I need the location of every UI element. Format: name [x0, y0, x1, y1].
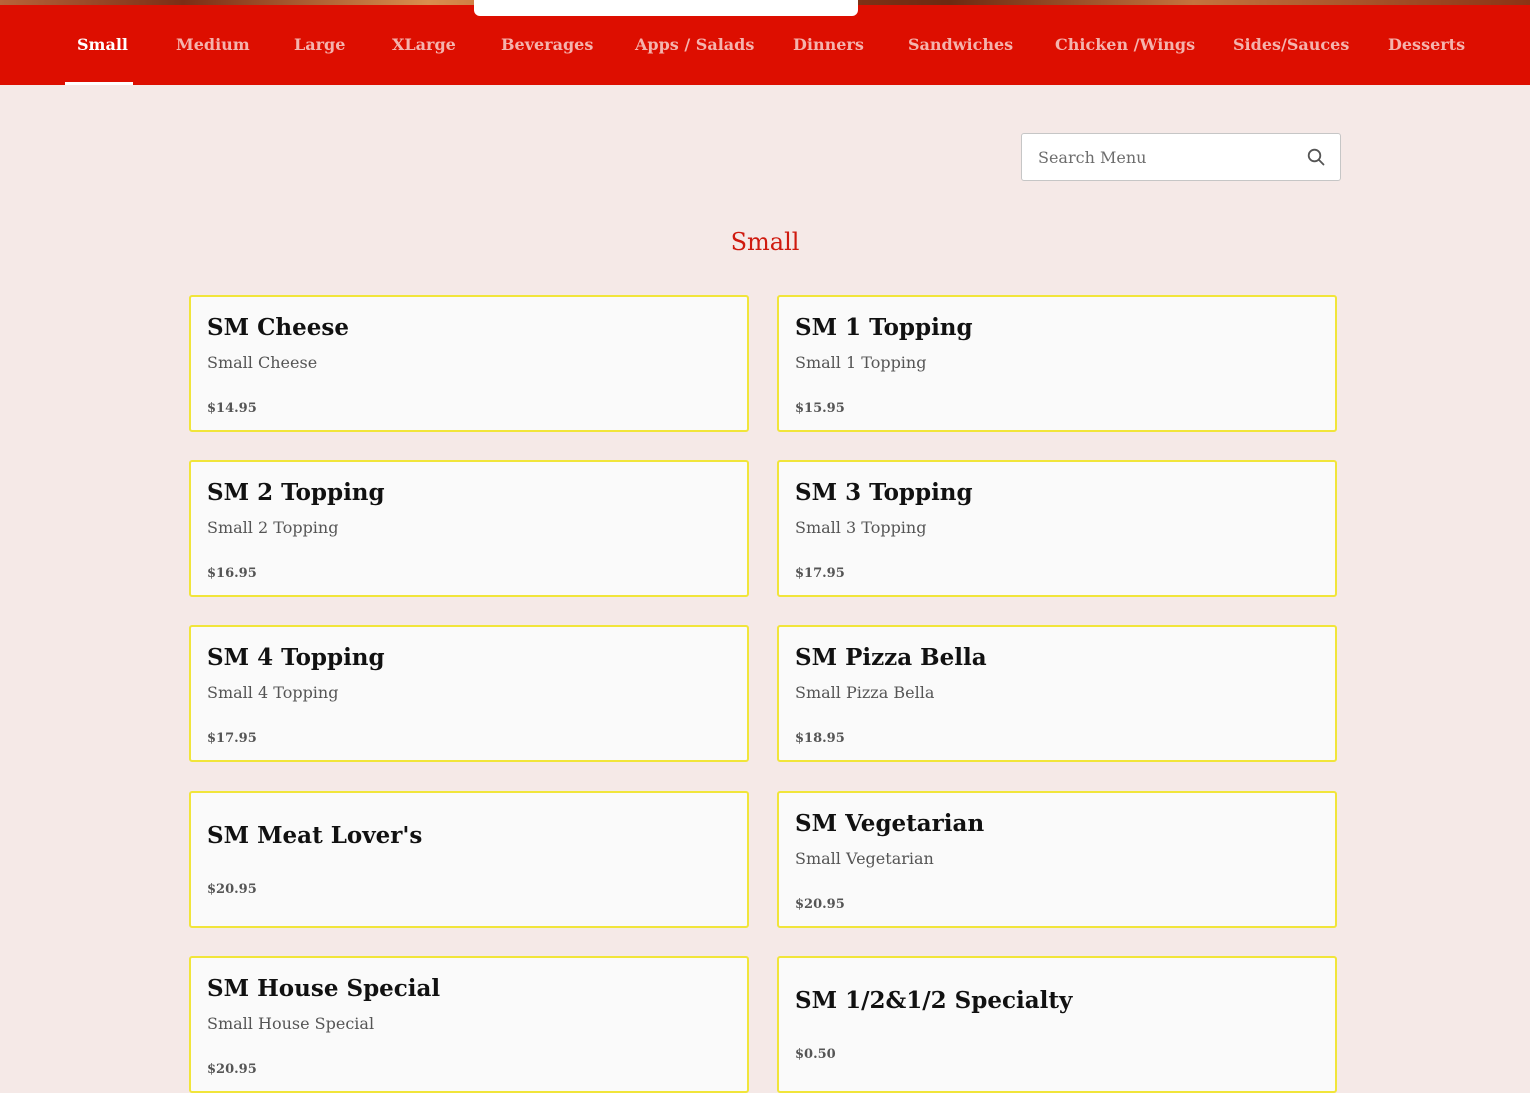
- menu-item-price: $0.50: [795, 1047, 836, 1062]
- menu-item-card[interactable]: SM House Special Small House Special $20…: [189, 956, 749, 1093]
- nav-item-sides-sauces[interactable]: Sides/Sauces: [1233, 5, 1349, 85]
- nav-item-small[interactable]: Small: [77, 5, 128, 85]
- nav-item-chicken-wings[interactable]: Chicken /Wings: [1055, 5, 1195, 85]
- menu-item-price: $14.95: [207, 401, 257, 416]
- menu-item-price: $20.95: [207, 1062, 257, 1077]
- search-icon[interactable]: [1307, 148, 1325, 166]
- menu-item-name: SM 1 Topping: [795, 314, 973, 341]
- menu-item-card[interactable]: SM 2 Topping Small 2 Topping $16.95: [189, 460, 749, 597]
- menu-item-price: $17.95: [795, 566, 845, 581]
- menu-item-description: Small Cheese: [207, 353, 318, 372]
- nav-item-dinners[interactable]: Dinners: [793, 5, 864, 85]
- menu-item-description: Small 4 Topping: [207, 683, 339, 702]
- menu-item-name: SM Pizza Bella: [795, 644, 987, 671]
- nav-item-medium[interactable]: Medium: [176, 5, 250, 85]
- menu-item-description: Small Pizza Bella: [795, 683, 935, 702]
- menu-item-description: Small 2 Topping: [207, 518, 339, 537]
- menu-item-name: SM Cheese: [207, 314, 349, 341]
- search-box: [1021, 133, 1341, 181]
- nav-item-apps-salads[interactable]: Apps / Salads: [635, 5, 754, 85]
- menu-item-description: Small Vegetarian: [795, 849, 934, 868]
- menu-item-card[interactable]: SM Pizza Bella Small Pizza Bella $18.95: [777, 625, 1337, 762]
- nav-item-desserts[interactable]: Desserts: [1388, 5, 1465, 85]
- menu-item-card[interactable]: SM 1 Topping Small 1 Topping $15.95: [777, 295, 1337, 432]
- menu-item-name: SM House Special: [207, 975, 441, 1002]
- menu-item-description: Small House Special: [207, 1014, 375, 1033]
- search-input[interactable]: [1022, 134, 1308, 180]
- menu-item-price: $20.95: [207, 882, 257, 897]
- menu-item-card[interactable]: SM 4 Topping Small 4 Topping $17.95: [189, 625, 749, 762]
- menu-item-name: SM Vegetarian: [795, 810, 985, 837]
- menu-item-card[interactable]: SM 3 Topping Small 3 Topping $17.95: [777, 460, 1337, 597]
- menu-item-card[interactable]: SM Meat Lover's $20.95: [189, 791, 749, 928]
- nav-item-xlarge[interactable]: XLarge: [392, 5, 456, 85]
- menu-item-card[interactable]: SM Vegetarian Small Vegetarian $20.95: [777, 791, 1337, 928]
- menu-item-card[interactable]: SM Cheese Small Cheese $14.95: [189, 295, 749, 432]
- menu-item-name: SM 4 Topping: [207, 644, 385, 671]
- menu-item-price: $16.95: [207, 566, 257, 581]
- category-nav: Small Medium Large XLarge Beverages Apps…: [0, 5, 1530, 85]
- menu-item-price: $18.95: [795, 731, 845, 746]
- menu-item-price: $15.95: [795, 401, 845, 416]
- menu-item-name: SM 1/2&1/2 Specialty: [795, 987, 1073, 1014]
- hero-overlay-card: [474, 0, 858, 16]
- section-title: Small: [730, 228, 800, 256]
- menu-item-description: Small 3 Topping: [795, 518, 927, 537]
- active-tab-indicator: [65, 82, 133, 85]
- menu-item-card[interactable]: SM 1/2&1/2 Specialty $0.50: [777, 956, 1337, 1093]
- menu-item-name: SM 2 Topping: [207, 479, 385, 506]
- menu-item-price: $17.95: [207, 731, 257, 746]
- menu-item-description: Small 1 Topping: [795, 353, 927, 372]
- nav-item-sandwiches[interactable]: Sandwiches: [908, 5, 1013, 85]
- menu-item-name: SM 3 Topping: [795, 479, 973, 506]
- menu-item-name: SM Meat Lover's: [207, 822, 423, 849]
- menu-item-price: $20.95: [795, 897, 845, 912]
- nav-item-beverages[interactable]: Beverages: [501, 5, 593, 85]
- nav-item-large[interactable]: Large: [294, 5, 345, 85]
